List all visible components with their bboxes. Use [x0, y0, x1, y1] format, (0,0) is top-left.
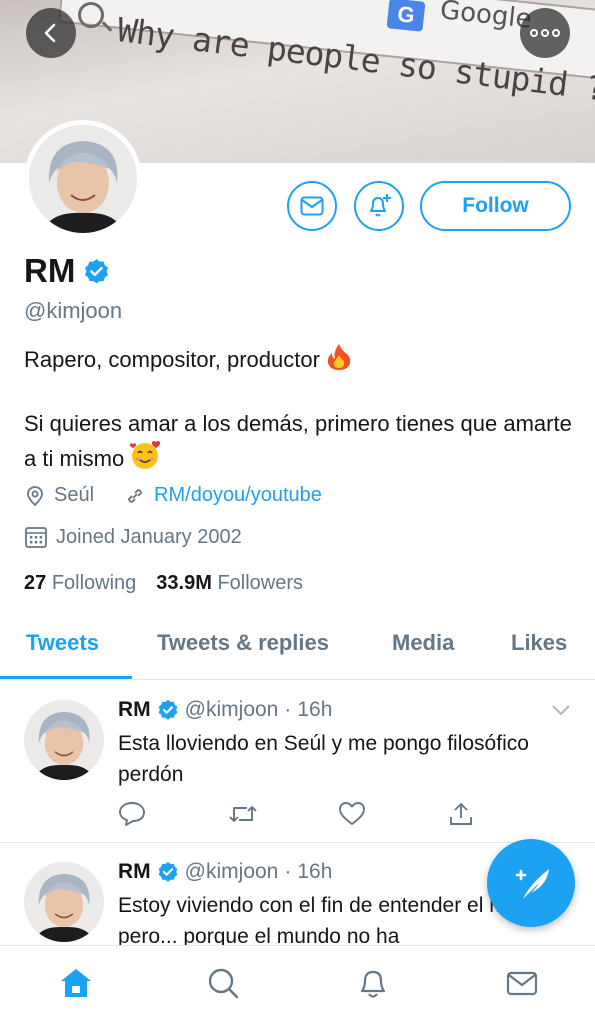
profile-avatar[interactable]	[24, 120, 142, 238]
profile-joined-date: Joined January 2002	[56, 525, 242, 548]
heart-icon	[339, 802, 365, 825]
compose-feather-icon	[515, 869, 549, 899]
tab-likes[interactable]: Likes	[511, 630, 567, 656]
tweet-author-handle[interactable]: @kimjoon	[185, 698, 279, 722]
more-dots-icon	[530, 29, 560, 37]
bottom-navigation	[0, 945, 595, 1024]
reply-icon	[119, 802, 145, 826]
profile-handle: @kimjoon	[24, 298, 123, 323]
smiling-face-with-hearts-icon	[130, 441, 161, 469]
back-button[interactable]	[26, 8, 76, 58]
tweet-text: Esta lloviendo en Seúl y me pongo filosó…	[118, 732, 529, 786]
bell-icon	[360, 970, 386, 998]
verified-badge-icon	[158, 699, 178, 720]
tweet-separator: ·	[284, 698, 292, 721]
tweet-avatar[interactable]	[24, 862, 104, 942]
following-stat[interactable]: 27 Following	[24, 572, 136, 595]
message-button[interactable]	[287, 181, 337, 231]
compose-tweet-button[interactable]	[487, 839, 575, 927]
tab-tweets[interactable]: Tweets	[26, 630, 99, 656]
avatar-portrait	[24, 862, 104, 942]
tab-media[interactable]: Media	[392, 630, 454, 656]
avatar-portrait	[29, 125, 137, 233]
banner-google-badge: G	[386, 0, 426, 32]
tweet-header: RM @kimjoon · 16h	[118, 698, 332, 722]
share-button[interactable]	[448, 801, 558, 832]
active-tab-indicator	[0, 676, 132, 679]
verified-badge-icon	[85, 258, 109, 283]
tweet-divider	[0, 842, 595, 843]
tweet-menu-chevron-icon[interactable]	[550, 700, 572, 720]
avatar-portrait	[24, 700, 104, 780]
profile-tabs: Tweets Tweets & replies Media Likes	[0, 618, 595, 680]
tweet-author-name[interactable]: RM	[118, 860, 151, 884]
profile-joined-row: Joined January 2002	[24, 525, 242, 549]
bio-line-2: Si quieres amar a los demás, primero tie…	[24, 411, 572, 471]
tweet-author-name[interactable]: RM	[118, 698, 151, 722]
reply-button[interactable]	[118, 801, 228, 832]
profile-website-link[interactable]: RM/doyou/youtube	[154, 484, 322, 507]
profile-stats: 27 Following 33.9M Followers	[24, 572, 303, 595]
chevron-left-icon	[44, 23, 56, 43]
tweet-separator: ·	[284, 860, 292, 883]
profile-name-text: RM	[24, 252, 76, 289]
more-options-button[interactable]	[520, 8, 570, 58]
bio-line-1: Rapero, compositor, productor	[24, 343, 574, 376]
verified-badge-icon	[158, 861, 178, 882]
tweet-author-handle[interactable]: @kimjoon	[185, 860, 279, 884]
tweet-avatar[interactable]	[24, 700, 104, 780]
profile-bio: Rapero, compositor, productor Si quieres…	[24, 343, 574, 475]
banner-magnifier-icon	[78, 2, 104, 28]
nav-notifications[interactable]	[356, 966, 390, 1005]
nav-search[interactable]	[206, 966, 240, 1005]
tab-tweets-replies[interactable]: Tweets & replies	[157, 630, 329, 656]
link-icon	[128, 488, 142, 503]
calendar-icon	[25, 527, 47, 548]
nav-home[interactable]	[59, 966, 93, 1005]
tweet-actions	[118, 801, 558, 832]
bell-plus-icon	[370, 194, 391, 217]
notifications-toggle-button[interactable]	[354, 181, 404, 231]
fire-emoji-icon	[327, 344, 351, 370]
nav-messages[interactable]	[505, 966, 539, 1005]
profile-name: RM	[24, 252, 110, 290]
profile-location-row: Seúl RM/doyou/youtube	[24, 484, 322, 507]
search-icon	[208, 968, 239, 999]
tweet-header: RM @kimjoon · 16h	[118, 860, 332, 884]
mail-icon	[506, 971, 538, 996]
like-button[interactable]	[338, 801, 448, 832]
envelope-icon	[300, 196, 324, 216]
tweet-timestamp: 16h	[297, 698, 333, 721]
share-icon	[450, 803, 472, 825]
home-icon	[61, 969, 91, 997]
retweet-icon	[229, 806, 257, 822]
follow-button[interactable]: Follow	[420, 181, 571, 231]
retweet-button[interactable]	[228, 801, 338, 832]
location-pin-icon	[27, 485, 43, 506]
followers-stat[interactable]: 33.9M Followers	[156, 572, 303, 595]
tweet-timestamp: 16h	[297, 860, 333, 883]
profile-location: Seúl	[54, 484, 95, 506]
